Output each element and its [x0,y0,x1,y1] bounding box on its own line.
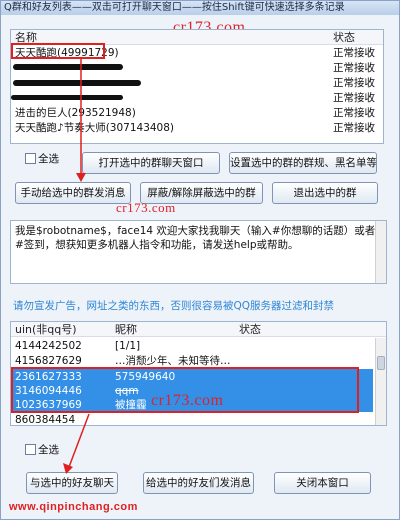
group-row-status: 正常接收 [333,122,375,134]
friend-header-nick[interactable]: 昵称 [115,322,175,337]
friend-row-uin[interactable]: 860384454 [15,413,111,425]
select-all-groups-checkbox[interactable] [25,153,36,164]
close-window-button[interactable]: 关闭本窗口 [274,472,371,494]
group-list[interactable]: 名称 状态 天天酷跑(49991729) 正常接收 正常接收 正常接收 正常接收… [10,29,384,144]
group-row-name[interactable]: 进击的巨人(293521948) [15,106,325,121]
select-all-friends-checkbox[interactable] [25,444,36,455]
group-row-status: 正常接收 [333,47,375,59]
friend-row-uin[interactable]: 4144242502 [15,339,111,354]
friend-row-nick: [1/1] [115,340,141,352]
friend-list-scrollbar[interactable] [375,338,386,425]
qq-group-friend-window: Q群和好友列表——双击可打开聊天窗口——按住Shift键可快速选择多条记录 cr… [0,0,400,520]
watermark-footer: www.qinpinchang.com [9,501,138,513]
watermark-table: cr173.com [151,392,224,409]
open-group-chat-button[interactable]: 打开选中的群聊天窗口 [82,152,220,174]
redaction-scribble [13,64,123,70]
friend-row-uin[interactable]: 2361627333 [15,370,111,385]
window-title: Q群和好友列表——双击可打开聊天窗口——按住Shift键可快速选择多条记录 [1,1,399,15]
friend-row-uin[interactable]: 3146094446 [15,384,111,399]
send-group-message-button[interactable]: 手动给选中的群发消息 [15,182,131,204]
group-header-name[interactable]: 名称 [15,30,75,45]
set-group-rules-button[interactable]: 设置选中的群的群规、黑名单等 [229,152,377,174]
friend-row-nick [115,413,235,425]
friend-row-uin[interactable]: 1023637969 [15,398,111,413]
watermark-mid: cr173.com [116,200,176,215]
redaction-scribble [13,80,141,86]
group-row-status: 正常接收 [333,77,375,89]
group-row-status: 正常接收 [333,62,375,74]
group-header-status[interactable]: 状态 [333,30,373,45]
message-textarea[interactable]: 我是$robotname$，face14 欢迎大家找我聊天（输入#你想聊的话题）… [10,220,387,284]
select-all-groups-label: 全选 [38,153,59,165]
message-scrollbar[interactable] [375,221,386,283]
friend-header-uin[interactable]: uin(非qq号) [15,322,105,337]
friend-list-scroll-thumb[interactable] [377,356,385,370]
quit-group-button[interactable]: 退出选中的群 [272,182,378,204]
redaction-scribble [11,95,123,100]
friend-row-uin[interactable]: 4156827629 [15,354,111,369]
select-all-friends-label: 全选 [38,444,59,456]
friend-row-nick: 575949640 [115,371,176,383]
send-friends-message-button[interactable]: 给选中的好友们发消息 [143,472,254,494]
group-row-name[interactable]: 天天酷跑(49991729) [15,46,325,61]
group-row-status: 正常接收 [333,92,375,104]
notice-text: 请勿宣发广告，网址之类的东西，否则很容易被QQ服务器过滤和封禁 [13,300,335,312]
friend-header-status[interactable]: 状态 [239,322,279,337]
chat-with-friend-button[interactable]: 与选中的好友聊天 [26,472,118,494]
group-row-name[interactable]: 天天酷跑♪节奏大师(307143408) [15,121,325,136]
friend-list[interactable]: uin(非qq号) 昵称 状态 4144242502 [1/1] 4156827… [10,321,387,426]
friend-row-nick: …消颓少年、未知等待… [115,355,231,367]
group-row-status: 正常接收 [333,107,375,119]
arrow-head-group [76,173,86,182]
